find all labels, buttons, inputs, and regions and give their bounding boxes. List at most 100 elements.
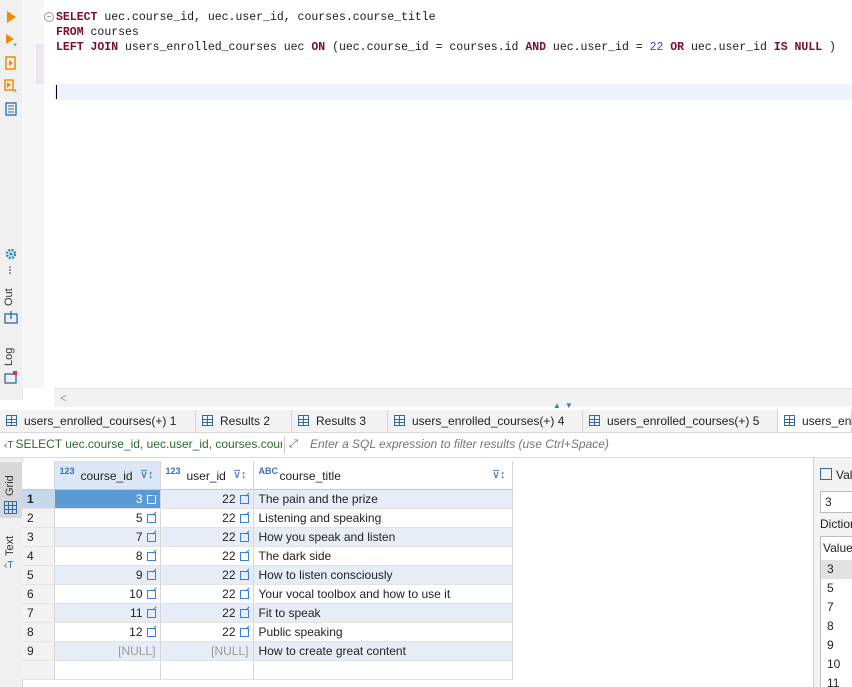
foreign-key-link-icon[interactable] [239,494,249,504]
foreign-key-link-icon[interactable] [239,570,249,580]
cell-course-title[interactable]: How to listen consciously [253,565,513,585]
cell-course-title[interactable]: Public speaking [253,622,513,642]
execute-script-new-tab-icon[interactable]: + [4,79,18,93]
dictionary-item[interactable]: 9 [821,636,852,655]
table-row[interactable]: 1 3 22 The pain and the prize [22,489,513,509]
row-number[interactable]: 1 [22,489,55,509]
row-number[interactable]: 5 [22,565,55,585]
output-icon[interactable] [4,310,18,324]
dictionary-item[interactable]: 8 [821,617,852,636]
foreign-key-link-icon[interactable] [146,532,156,542]
execute-statement-icon[interactable] [4,10,18,24]
cell-course-id[interactable]: 10 [54,584,161,604]
foreign-key-link-icon[interactable] [146,608,156,618]
table-row[interactable]: 7 11 22 Fit to speak [22,603,513,623]
dictionary-item[interactable]: 10 [821,655,852,674]
cell-course-title[interactable]: How to create great content [253,641,513,661]
foreign-key-link-icon[interactable] [239,551,249,561]
cell-course-id[interactable]: 9 [54,565,161,585]
row-number[interactable]: 9 [22,641,55,661]
results-grid[interactable]: 123 course_id ⊽↕ 123 user_id ⊽↕ ABC cour… [22,461,513,680]
result-tab[interactable]: users_enrolled_courses(+) 4 [388,410,583,432]
scroll-left-icon[interactable]: < [60,391,67,405]
cell-course-id[interactable]: 7 [54,527,161,547]
execute-script-icon[interactable] [4,56,18,70]
row-number[interactable]: 4 [22,546,55,566]
foreign-key-link-icon[interactable] [239,532,249,542]
cell-course-id[interactable]: 3 [54,489,161,509]
output-tab-label[interactable]: Out [3,288,15,306]
cell-user-id[interactable]: 22 [160,622,254,642]
column-filter-sort-icon[interactable]: ⊽↕ [492,468,506,481]
editor-horizontal-scrollbar[interactable]: < [54,388,852,407]
column-header-course-id[interactable]: 123 course_id ⊽↕ [54,461,161,490]
foreign-key-link-icon[interactable] [146,513,156,523]
explain-plan-icon[interactable] [4,102,18,116]
cell-course-title[interactable]: The pain and the prize [253,489,513,509]
foreign-key-link-icon[interactable] [239,627,249,637]
text-view-tab[interactable]: Text ‹T [0,522,22,582]
table-row[interactable]: 6 10 22 Your vocal toolbox and how to use i… [22,584,513,604]
foreign-key-link-icon[interactable] [146,551,156,561]
row-number-header[interactable] [22,461,55,490]
active-query-label[interactable]: ‹T SELECT uec.course_id, uec.user_id, cou… [4,437,282,451]
sql-editor[interactable]: − SELECT uec.course_id, uec.user_id, cou… [22,0,852,388]
value-field[interactable]: 3 [820,491,852,513]
fold-toggle-icon[interactable]: − [44,12,54,22]
cell-user-id[interactable]: 22 [160,489,254,509]
sql-line[interactable]: LEFT JOIN users_enrolled_courses uec ON … [56,40,836,56]
grid-view-tab[interactable]: Grid [0,462,22,518]
foreign-key-link-icon[interactable] [239,608,249,618]
cell-course-id[interactable]: 12 [54,622,161,642]
sql-line[interactable]: SELECT uec.course_id, uec.user_id, cours… [56,10,436,26]
result-tab[interactable]: Results 3 [292,410,388,432]
cell-course-id[interactable]: 5 [54,508,161,528]
cell-user-id[interactable]: 22 [160,527,254,547]
cell-user-id[interactable]: 22 [160,508,254,528]
sql-line[interactable]: FROM courses [56,25,139,41]
foreign-key-link-icon[interactable] [239,589,249,599]
foreign-key-link-icon[interactable] [146,570,156,580]
cell-course-id[interactable]: 8 [54,546,161,566]
cell-course-title[interactable]: How you speak and listen [253,527,513,547]
table-row[interactable]: 3 7 22 How you speak and listen [22,527,513,547]
table-row[interactable]: 9 [NULL] [NULL] How to create great content [22,641,513,661]
dictionary-item[interactable]: 11 [821,674,852,687]
log-tab-label[interactable]: Log [3,348,15,366]
dictionary-item[interactable]: 3 [821,560,852,579]
result-tab[interactable]: Results 2 [196,410,292,432]
cell-user-id[interactable]: 22 [160,565,254,585]
cell-course-id[interactable]: 11 [54,603,161,623]
cell-course-id[interactable]: [NULL] [54,641,161,661]
row-number[interactable]: 8 [22,622,55,642]
cell-course-title[interactable]: Listening and speaking [253,508,513,528]
table-row[interactable]: 4 8 22 The dark side [22,546,513,566]
table-row[interactable]: 5 9 22 How to listen consciously [22,565,513,585]
dictionary-list[interactable]: Value 3 5 7 8 9 10 11 [820,536,852,687]
foreign-key-link-icon[interactable] [239,513,249,523]
column-filter-sort-icon[interactable]: ⊽↕ [233,468,247,481]
cell-user-id[interactable]: 22 [160,546,254,566]
cell-course-title[interactable]: Your vocal toolbox and how to use it [253,584,513,604]
cell-course-title[interactable]: Fit to speak [253,603,513,623]
foreign-key-link-icon[interactable] [146,589,156,599]
dictionary-item[interactable]: 5 [821,579,852,598]
table-row[interactable]: 2 5 22 Listening and speaking [22,508,513,528]
foreign-key-link-icon[interactable] [146,494,156,504]
result-tab[interactable]: users_enro [778,410,852,432]
row-number[interactable]: 7 [22,603,55,623]
filter-expand-icon[interactable]: ⤢ [289,438,303,452]
cell-user-id[interactable]: [NULL] [160,641,254,661]
column-header-user-id[interactable]: 123 user_id ⊽↕ [160,461,254,490]
tab-scroll-arrows-icon[interactable]: ▲▼ [553,401,577,410]
foreign-key-link-icon[interactable] [146,627,156,637]
column-header-course-title[interactable]: ABC course_title ⊽↕ [253,461,513,490]
cell-user-id[interactable]: 22 [160,584,254,604]
settings-gear-icon[interactable] [4,247,18,261]
column-filter-sort-icon[interactable]: ⊽↕ [140,468,154,481]
dictionary-item[interactable]: 7 [821,598,852,617]
row-number[interactable]: 6 [22,584,55,604]
execute-in-new-tab-icon[interactable]: + [4,33,18,47]
result-tab[interactable]: users_enrolled_courses(+) 5 [583,410,778,432]
table-row[interactable]: 8 12 22 Public speaking [22,622,513,642]
